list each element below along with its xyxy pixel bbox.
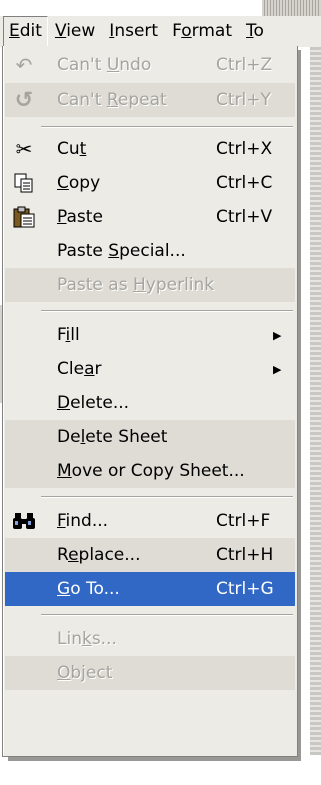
menu-item-go-to[interactable]: Go To... Ctrl+G bbox=[5, 572, 295, 606]
menu-item-label: Find... bbox=[57, 511, 109, 531]
menu-view-mnemonic: V bbox=[54, 21, 67, 41]
menu-item-label: Clear bbox=[57, 359, 102, 379]
shortcut-text: Ctrl+X bbox=[216, 139, 273, 159]
binoculars-icon bbox=[11, 508, 37, 534]
menu-item-undo[interactable]: ↶ Can't Undo Ctrl+Z bbox=[5, 48, 295, 82]
menu-item-label: Links... bbox=[57, 629, 117, 649]
menu-item-label: Move or Copy Sheet... bbox=[57, 461, 245, 481]
menu-item-clear[interactable]: Clear ▶ bbox=[5, 352, 295, 386]
menu-separator bbox=[41, 310, 293, 312]
undo-icon: ↶ bbox=[15, 53, 33, 77]
menu-item-label: Go To... bbox=[57, 579, 120, 599]
menu-format[interactable]: Format bbox=[165, 16, 239, 46]
paste-icon bbox=[11, 204, 37, 230]
menu-separator bbox=[41, 614, 293, 616]
menu-item-delete-sheet[interactable]: Delete Sheet bbox=[5, 420, 295, 454]
menu-item-label: Paste Special... bbox=[57, 241, 186, 261]
menu-view[interactable]: View bbox=[48, 16, 102, 46]
menu-separator bbox=[41, 126, 293, 128]
background-sheet bbox=[310, 40, 321, 755]
menu-view-label: iew bbox=[66, 21, 96, 41]
menu-item-label: Copy bbox=[57, 173, 101, 193]
menu-item-paste[interactable]: Paste Ctrl+V bbox=[5, 200, 295, 234]
menu-tools[interactable]: To bbox=[239, 16, 264, 46]
scissors-icon: ✂ bbox=[15, 137, 33, 161]
menu-item-links[interactable]: Links... bbox=[5, 622, 295, 656]
menu-item-cut[interactable]: ✂ Cut Ctrl+X bbox=[5, 132, 295, 166]
menu-item-fill[interactable]: Fill ▶ bbox=[5, 318, 295, 352]
shortcut-text: Ctrl+H bbox=[216, 545, 274, 565]
copy-icon bbox=[11, 170, 37, 196]
menu-item-paste-as-hyperlink[interactable]: Paste as Hyperlink bbox=[5, 268, 295, 302]
background-grid bbox=[262, 0, 321, 16]
menu-shadow bbox=[8, 757, 301, 761]
menu-format-label: rmat bbox=[191, 21, 232, 41]
menu-tools-mnemonic: T bbox=[246, 21, 254, 41]
menu-format-mnemonic: o bbox=[181, 21, 192, 41]
shortcut-text: Ctrl+C bbox=[216, 173, 273, 193]
menu-separator bbox=[41, 496, 293, 498]
menu-insert-label: nsert bbox=[114, 21, 159, 41]
menu-edit-mnemonic: E bbox=[9, 21, 20, 41]
menu-item-copy[interactable]: Copy Ctrl+C bbox=[5, 166, 295, 200]
menu-item-label: Cut bbox=[57, 139, 87, 159]
menu-item-move-or-copy-sheet[interactable]: Move or Copy Sheet... bbox=[5, 454, 295, 488]
submenu-arrow-icon: ▶ bbox=[273, 328, 282, 342]
menu-item-label: Delete... bbox=[57, 393, 130, 413]
menu-item-repeat[interactable]: ↺ Can't Repeat Ctrl+Y bbox=[5, 83, 295, 117]
menu-item-label: Paste as Hyperlink bbox=[57, 275, 215, 295]
menu-item-label: Replace... bbox=[57, 545, 141, 565]
menu-item-object[interactable]: Object bbox=[5, 656, 295, 690]
menu-item-label: Fill bbox=[57, 325, 80, 345]
menu-item-delete[interactable]: Delete... bbox=[5, 386, 295, 420]
menu-item-label: Can't Repeat bbox=[57, 90, 167, 110]
menu-item-label: Object bbox=[57, 663, 113, 683]
shortcut-text: Ctrl+Y bbox=[216, 90, 271, 110]
shortcut-text: Ctrl+G bbox=[216, 579, 274, 599]
menu-edit[interactable]: Edit bbox=[3, 16, 48, 46]
shortcut-text: Ctrl+F bbox=[216, 511, 271, 531]
submenu-arrow-icon: ▶ bbox=[273, 362, 282, 376]
shortcut-text: Ctrl+V bbox=[216, 207, 273, 227]
menu-item-paste-special[interactable]: Paste Special... bbox=[5, 234, 295, 268]
menu-item-label: Paste bbox=[57, 207, 103, 227]
menu-item-label: Can't Undo bbox=[57, 55, 152, 75]
menu-insert[interactable]: Insert bbox=[102, 16, 165, 46]
menu-tools-label: o bbox=[253, 21, 264, 41]
menu-bar: Edit View Insert Format To bbox=[0, 16, 321, 47]
repeat-icon: ↺ bbox=[14, 87, 34, 113]
menu-item-replace[interactable]: Replace... Ctrl+H bbox=[5, 538, 295, 572]
menu-edit-label: dit bbox=[19, 21, 42, 41]
menu-item-find[interactable]: Find... Ctrl+F bbox=[5, 504, 295, 538]
menu-format-prefix: F bbox=[172, 21, 182, 41]
menu-item-label: Delete Sheet bbox=[57, 427, 168, 447]
edit-dropdown-menu: ↶ Can't Undo Ctrl+Z ↺ Can't Repeat Ctrl+… bbox=[2, 46, 298, 757]
shortcut-text: Ctrl+Z bbox=[216, 55, 273, 75]
